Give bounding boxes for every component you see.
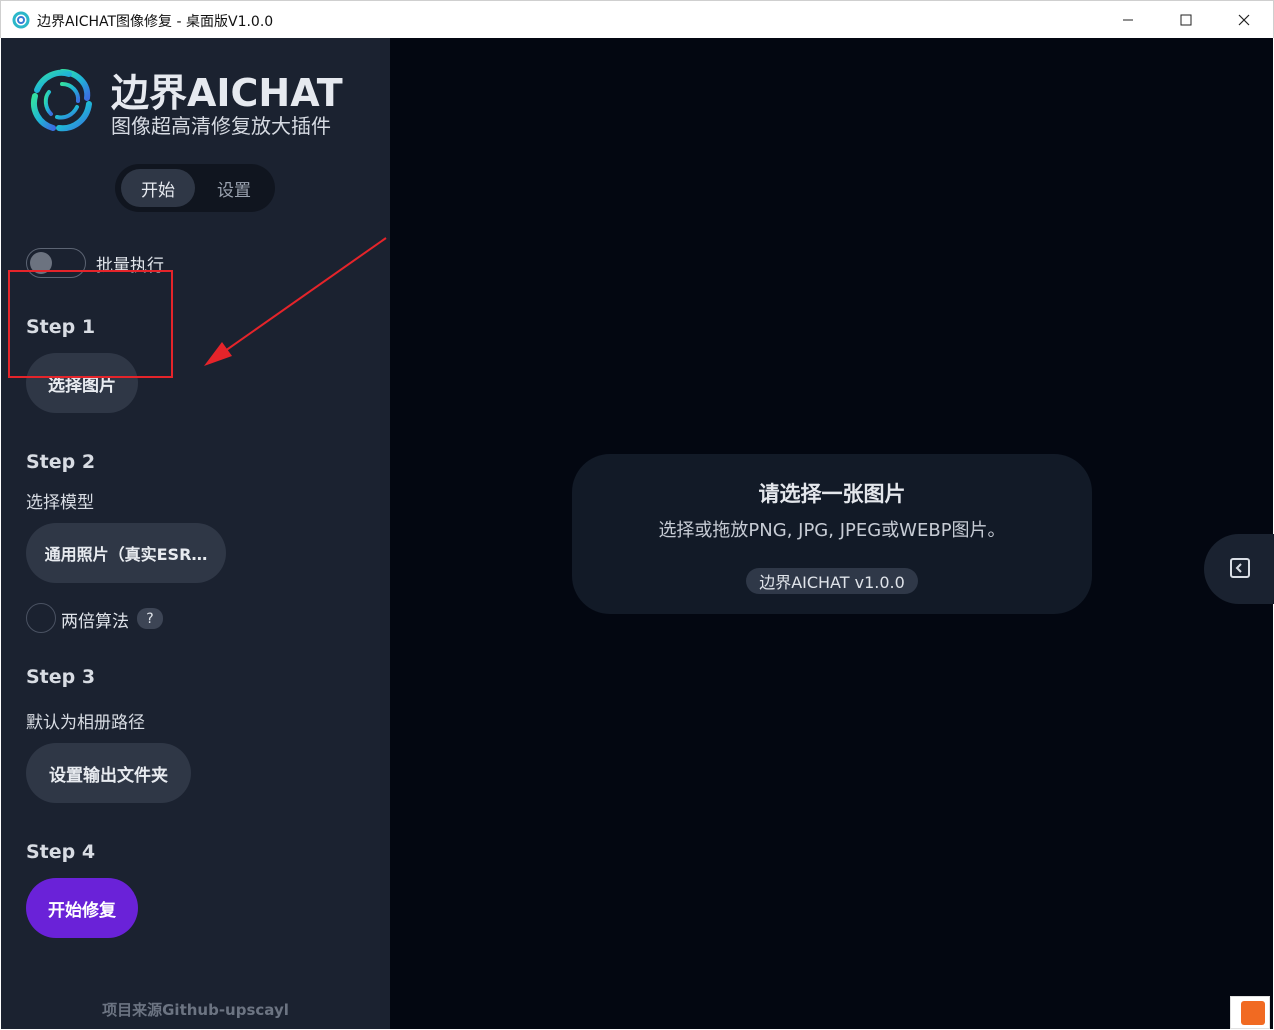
tab-start[interactable]: 开始 [121, 169, 195, 207]
close-icon [1238, 14, 1250, 26]
title-bar: 边界AICHAT图像修复 - 桌面版V1.0.0 [0, 0, 1274, 38]
start-repair-button[interactable]: 开始修复 [26, 878, 138, 938]
brand-title: 边界AICHAT [111, 71, 343, 115]
set-output-folder-button[interactable]: 设置输出文件夹 [26, 743, 191, 803]
panel-toggle-button[interactable] [1204, 534, 1274, 604]
window-title: 边界AICHAT图像修复 - 桌面版V1.0.0 [37, 14, 274, 30]
main-panel: 请选择一张图片 选择或拖放PNG, JPG, JPEG或WEBP图片。 边界AI… [390, 38, 1274, 1029]
brand-logo-icon [31, 69, 92, 132]
tab-settings[interactable]: 设置 [197, 169, 271, 207]
tray-app-icon[interactable] [1230, 996, 1270, 1029]
step-2-desc: 选择模型 [26, 493, 94, 513]
annotation-highlight-box [8, 270, 173, 378]
step-3-desc: 默认为相册路径 [26, 713, 145, 733]
tab-bar: 开始 设置 [115, 164, 275, 212]
minimize-icon [1123, 19, 1133, 21]
step-2-title: Step 2 [26, 451, 96, 473]
sidebar-collapse-icon [1230, 558, 1250, 578]
version-badge: 边界AICHAT v1.0.0 [746, 568, 918, 594]
sidebar: 边界AICHAT 图像超高清修复放大插件 开始 设置 批量执行 Step 1 选… [1, 38, 390, 1029]
double-algo-checkbox[interactable] [26, 603, 56, 633]
brand-subtitle: 图像超高清修复放大插件 [111, 114, 331, 138]
model-select-button[interactable]: 通用照片（真实ESR… [26, 523, 226, 583]
help-icon[interactable]: ? [137, 608, 163, 629]
minimize-button[interactable] [1099, 1, 1157, 39]
footer-credit[interactable]: 项目来源Github-upscayl [1, 999, 390, 1020]
close-button[interactable] [1215, 1, 1273, 39]
maximize-icon [1180, 14, 1192, 26]
app-logo-icon [12, 11, 30, 29]
step-4-title: Step 4 [26, 841, 96, 863]
double-algo-label: 两倍算法 [61, 612, 129, 632]
tray-logo-icon [1241, 1001, 1265, 1025]
dropzone-description: 选择或拖放PNG, JPG, JPEG或WEBP图片。 [658, 520, 1006, 541]
maximize-button[interactable] [1157, 1, 1215, 39]
step-3-title: Step 3 [26, 666, 96, 688]
dropzone-title: 请选择一张图片 [758, 482, 906, 506]
image-dropzone-card[interactable]: 请选择一张图片 选择或拖放PNG, JPG, JPEG或WEBP图片。 边界AI… [572, 454, 1092, 614]
